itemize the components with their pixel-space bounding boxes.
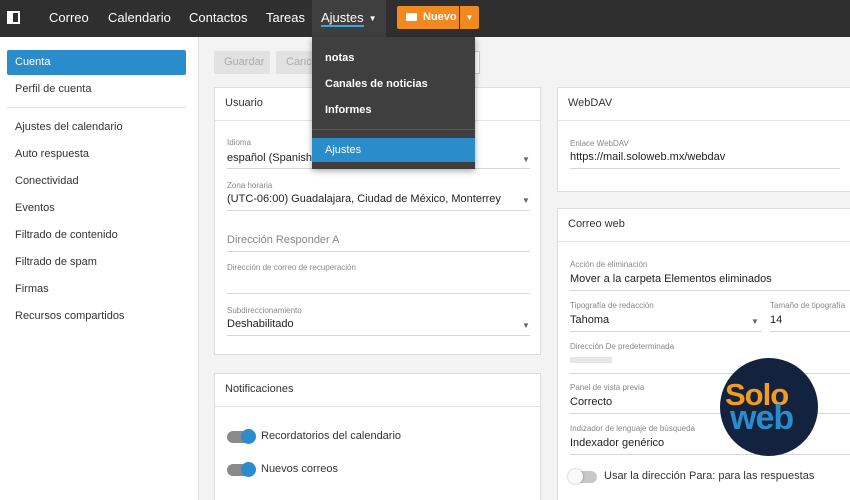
default-from-value-redacted[interactable] [570, 357, 612, 363]
search-indexer-label: Indizador de lenguaje de búsqueda [570, 424, 695, 433]
reply-to-input[interactable]: Dirección Responder A [227, 234, 340, 246]
webdav-link-value: https://mail.soloweb.mx/webdav [570, 151, 726, 163]
sidebar-item-firmas[interactable]: Firmas [7, 277, 186, 302]
chevron-down-icon: ▼ [368, 14, 377, 23]
sidebar-item-perfil[interactable]: Perfil de cuenta [7, 77, 186, 102]
sidebar-toggle-icon[interactable] [7, 11, 20, 24]
font-label: Tipografía de redacción [570, 301, 654, 310]
font-size-select[interactable]: 14 [770, 314, 782, 326]
menu-item-informes[interactable]: Informes [312, 98, 475, 122]
recovery-email-label: Dirección de correo de recuperación [227, 263, 356, 272]
webdav-panel-title: WebDAV [568, 97, 613, 109]
correo-web-panel-title: Correo web [568, 218, 625, 230]
new-button[interactable]: Nuevo [397, 6, 459, 29]
chevron-down-icon: ▼ [522, 196, 530, 205]
reply-to-address-label: Usar la dirección Para: para las respues… [604, 470, 815, 482]
panel-divider [215, 406, 540, 407]
field-underline [227, 335, 530, 336]
sidebar-item-cuenta[interactable]: Cuenta [7, 50, 186, 75]
calendar-reminders-label: Recordatorios del calendario [261, 430, 402, 442]
preview-pane-label: Panel de vista previa [570, 383, 645, 392]
panel-divider [558, 120, 850, 121]
menu-divider [312, 129, 475, 130]
notificaciones-panel: Notificaciones Recordatorios del calenda… [214, 373, 541, 500]
cancel-button[interactable]: Canc [276, 51, 316, 74]
nav-ajustes-label: Ajustes [321, 10, 364, 25]
field-underline [770, 331, 850, 332]
soloweb-logo: Solo web [720, 358, 818, 456]
field-underline [570, 373, 850, 374]
zona-select[interactable]: (UTC-06:00) Guadalajara, Ciudad de Méxic… [227, 193, 501, 205]
toggle-knob [241, 462, 256, 477]
subaddress-label: Subdireccionamiento [227, 306, 302, 315]
field-underline [227, 251, 530, 252]
chevron-down-icon: ▼ [522, 155, 530, 164]
delete-action-label: Acción de eliminación [570, 260, 648, 269]
menu-item-canales[interactable]: Canales de noticias [312, 72, 475, 96]
field-underline [227, 210, 530, 211]
envelope-icon [406, 13, 417, 21]
recovery-email-input[interactable] [227, 293, 530, 294]
notificaciones-panel-title: Notificaciones [225, 383, 294, 395]
new-button-label: Nuevo [423, 11, 457, 23]
sidebar-item-filtrado-contenido[interactable]: Filtrado de contenido [7, 223, 186, 248]
sidebar-item-recursos[interactable]: Recursos compartidos [7, 304, 186, 329]
nav-correo[interactable]: Correo [49, 0, 89, 37]
new-mail-toggle[interactable] [227, 462, 256, 477]
idioma-label: Idioma [227, 138, 252, 147]
nav-contactos[interactable]: Contactos [189, 0, 248, 37]
reply-to-address-toggle[interactable] [568, 469, 597, 484]
sidebar-divider [7, 107, 186, 108]
search-indexer-select[interactable]: Indexador genérico [570, 437, 664, 449]
settings-sidebar: Cuenta Perfil de cuenta Ajustes del cale… [0, 37, 199, 500]
logo-text-web: web [730, 399, 794, 437]
field-underline [570, 290, 850, 291]
settings-dropdown-menu: notas Canales de noticias Informes Ajust… [312, 37, 475, 169]
new-mail-label: Nuevos correos [261, 463, 339, 475]
font-size-label: Tamaño de tipografía [770, 301, 846, 310]
webdav-panel: WebDAV Enlace WebDAV https://mail.solowe… [557, 87, 850, 192]
field-underline [570, 168, 840, 169]
chevron-down-icon: ▼ [751, 317, 759, 326]
save-button[interactable]: Guardar [214, 51, 270, 74]
panel-divider [558, 241, 850, 242]
sidebar-item-eventos[interactable]: Eventos [7, 196, 186, 221]
toggle-knob [241, 429, 256, 444]
toggle-knob [568, 469, 583, 484]
nav-tareas[interactable]: Tareas [266, 0, 305, 37]
menu-item-notas[interactable]: notas [312, 46, 475, 70]
top-navbar: Correo Calendario Contactos Tareas Ajust… [0, 0, 850, 37]
sidebar-item-calendario[interactable]: Ajustes del calendario [7, 115, 186, 140]
webdav-link-label: Enlace WebDAV [570, 139, 629, 148]
menu-item-ajustes[interactable]: Ajustes [312, 138, 475, 162]
delete-action-select[interactable]: Mover a la carpeta Elementos eliminados [570, 273, 772, 285]
subaddress-select[interactable]: Deshabilitado [227, 318, 294, 330]
nav-ajustes[interactable]: Ajustes ▼ [312, 0, 386, 37]
new-options-chevron-icon[interactable]: ▼ [460, 6, 479, 29]
sidebar-item-conectividad[interactable]: Conectividad [7, 169, 186, 194]
calendar-reminders-toggle[interactable] [227, 429, 256, 444]
font-select[interactable]: Tahoma [570, 314, 609, 326]
sidebar-item-auto-respuesta[interactable]: Auto respuesta [7, 142, 186, 167]
default-from-label: Dirección De predeterminada [570, 342, 675, 351]
preview-pane-select[interactable]: Correcto [570, 396, 612, 408]
correo-web-panel: Correo web Acción de eliminación Mover a… [557, 208, 850, 500]
field-underline [570, 454, 850, 455]
chevron-down-icon: ▼ [522, 321, 530, 330]
nav-calendario[interactable]: Calendario [108, 0, 171, 37]
idioma-select[interactable]: español (Spanish [227, 152, 312, 164]
usuario-panel-title: Usuario [225, 97, 263, 109]
zona-label: Zona horaria [227, 181, 273, 190]
active-underline [321, 25, 364, 27]
field-underline [570, 331, 762, 332]
sidebar-item-filtrado-spam[interactable]: Filtrado de spam [7, 250, 186, 275]
